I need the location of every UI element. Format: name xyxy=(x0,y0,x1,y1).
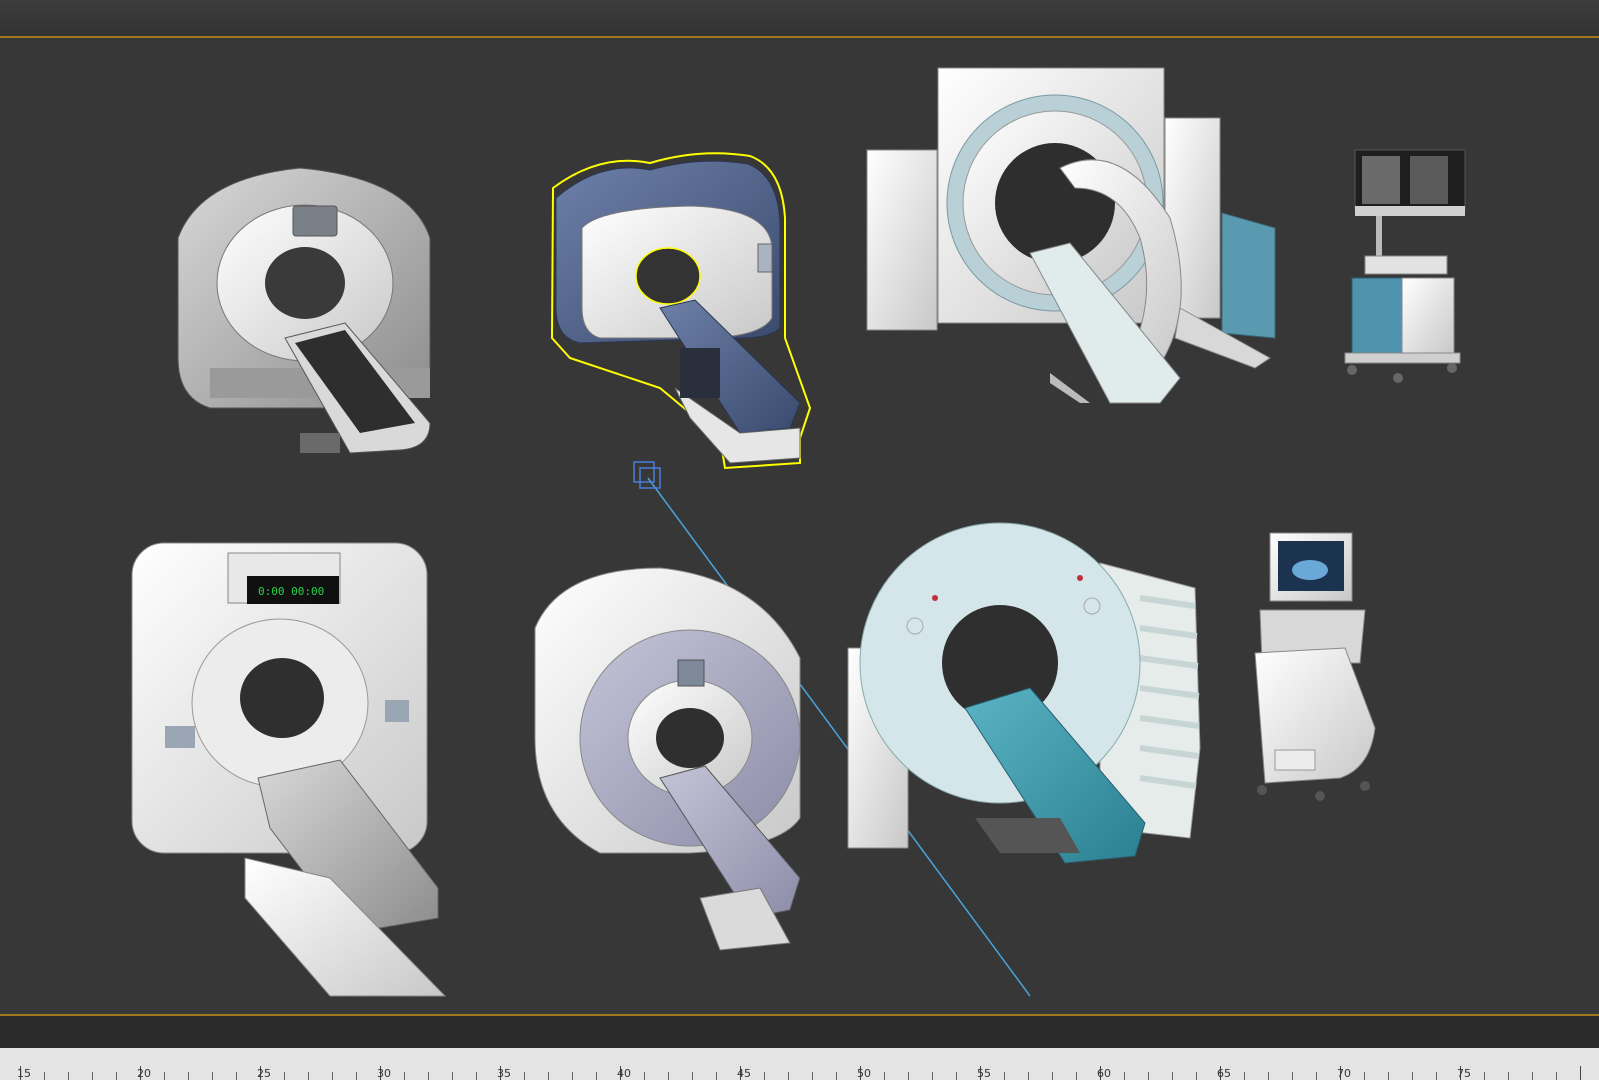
ct-scanner-square[interactable]: 0:00 00:00 xyxy=(131,542,447,997)
ruler-minor-tick xyxy=(44,1072,45,1080)
ruler-minor-tick xyxy=(1484,1072,1485,1080)
ultrasound-cart[interactable] xyxy=(1254,532,1376,801)
ruler-label: 50 xyxy=(857,1067,871,1080)
ruler-minor-tick xyxy=(788,1072,789,1080)
ruler-minor-tick xyxy=(284,1072,285,1080)
ruler-label: 35 xyxy=(497,1067,511,1080)
ruler-minor-tick xyxy=(1388,1072,1389,1080)
mri-scanner[interactable] xyxy=(534,567,801,951)
ruler-minor-tick xyxy=(1412,1072,1413,1080)
scene: 0:00 00:00 xyxy=(131,67,1466,997)
ruler-minor-tick xyxy=(404,1072,405,1080)
ruler-minor-tick xyxy=(236,1072,237,1080)
ruler-label: 30 xyxy=(377,1067,391,1080)
ruler-label: 75 xyxy=(1457,1067,1471,1080)
time-ruler[interactable]: 15 20 25 30 35 40 45 50 55 60 65 70 75 xyxy=(0,1048,1599,1080)
ruler-label: 60 xyxy=(1097,1067,1111,1080)
ruler-minor-tick xyxy=(428,1072,429,1080)
ruler-minor-tick xyxy=(644,1072,645,1080)
ruler-label: 20 xyxy=(137,1067,151,1080)
light-helper-icon[interactable] xyxy=(633,461,661,489)
3d-viewport[interactable]: 0:00 00:00 xyxy=(0,38,1599,1016)
ruler-minor-tick xyxy=(1244,1072,1245,1080)
ruler-minor-tick xyxy=(1508,1072,1509,1080)
ruler-minor-tick xyxy=(1196,1072,1197,1080)
ruler-label: 45 xyxy=(737,1067,751,1080)
ruler-minor-tick xyxy=(812,1072,813,1080)
ruler-minor-tick xyxy=(116,1072,117,1080)
ruler-label: 55 xyxy=(977,1067,991,1080)
ruler-minor-tick xyxy=(1292,1072,1293,1080)
ruler-minor-tick xyxy=(92,1072,93,1080)
ruler-minor-tick xyxy=(1268,1072,1269,1080)
ruler-minor-tick xyxy=(1172,1072,1173,1080)
viewport-title-bar xyxy=(0,0,1599,38)
ruler-minor-tick xyxy=(836,1072,837,1080)
ruler-minor-tick xyxy=(68,1072,69,1080)
ruler-minor-tick xyxy=(932,1072,933,1080)
ruler-minor-tick xyxy=(308,1072,309,1080)
ruler-minor-tick xyxy=(596,1072,597,1080)
ruler-minor-tick xyxy=(1028,1072,1029,1080)
ruler-minor-tick xyxy=(452,1072,453,1080)
ruler-minor-tick xyxy=(1124,1072,1125,1080)
ct-scanner-gray[interactable] xyxy=(177,167,431,454)
ruler-minor-tick xyxy=(572,1072,573,1080)
ruler-minor-tick xyxy=(548,1072,549,1080)
ruler-minor-tick xyxy=(1148,1072,1149,1080)
ruler-label: 15 xyxy=(17,1067,31,1080)
ct-scanner-teal[interactable] xyxy=(847,522,1201,864)
ruler-minor-tick xyxy=(908,1072,909,1080)
ruler-minor-tick xyxy=(1532,1072,1533,1080)
ct-scanner-blue[interactable] xyxy=(550,152,812,470)
ruler-minor-tick xyxy=(1004,1072,1005,1080)
ruler-minor-tick xyxy=(1556,1072,1557,1080)
ruler-minor-tick xyxy=(1364,1072,1365,1080)
ruler-minor-tick xyxy=(524,1072,525,1080)
ruler-minor-tick xyxy=(668,1072,669,1080)
xray-workstation-cart[interactable] xyxy=(1344,149,1466,383)
ruler-label: 40 xyxy=(617,1067,631,1080)
ruler-minor-tick xyxy=(332,1072,333,1080)
ruler-minor-tick xyxy=(1316,1072,1317,1080)
ruler-minor-tick xyxy=(884,1072,885,1080)
ruler-minor-tick xyxy=(1052,1072,1053,1080)
ruler-label: 70 xyxy=(1337,1067,1351,1080)
ruler-minor-tick xyxy=(164,1072,165,1080)
ruler-minor-tick xyxy=(956,1072,957,1080)
ruler-minor-tick xyxy=(716,1072,717,1080)
ruler-minor-tick xyxy=(188,1072,189,1080)
ruler-major-tick xyxy=(1580,1066,1581,1080)
timeline-panel: 15 20 25 30 35 40 45 50 55 60 65 70 75 xyxy=(0,1016,1599,1080)
ruler-label: 25 xyxy=(257,1067,271,1080)
scanner-display-text: 0:00 00:00 xyxy=(258,585,324,598)
ruler-minor-tick xyxy=(476,1072,477,1080)
ruler-minor-tick xyxy=(212,1072,213,1080)
ruler-minor-tick xyxy=(692,1072,693,1080)
ruler-label: 65 xyxy=(1217,1067,1231,1080)
c-arm-ct-system[interactable] xyxy=(866,67,1276,404)
ruler-minor-tick xyxy=(764,1072,765,1080)
ruler-minor-tick xyxy=(1076,1072,1077,1080)
ruler-minor-tick xyxy=(1436,1072,1437,1080)
ruler-minor-tick xyxy=(356,1072,357,1080)
